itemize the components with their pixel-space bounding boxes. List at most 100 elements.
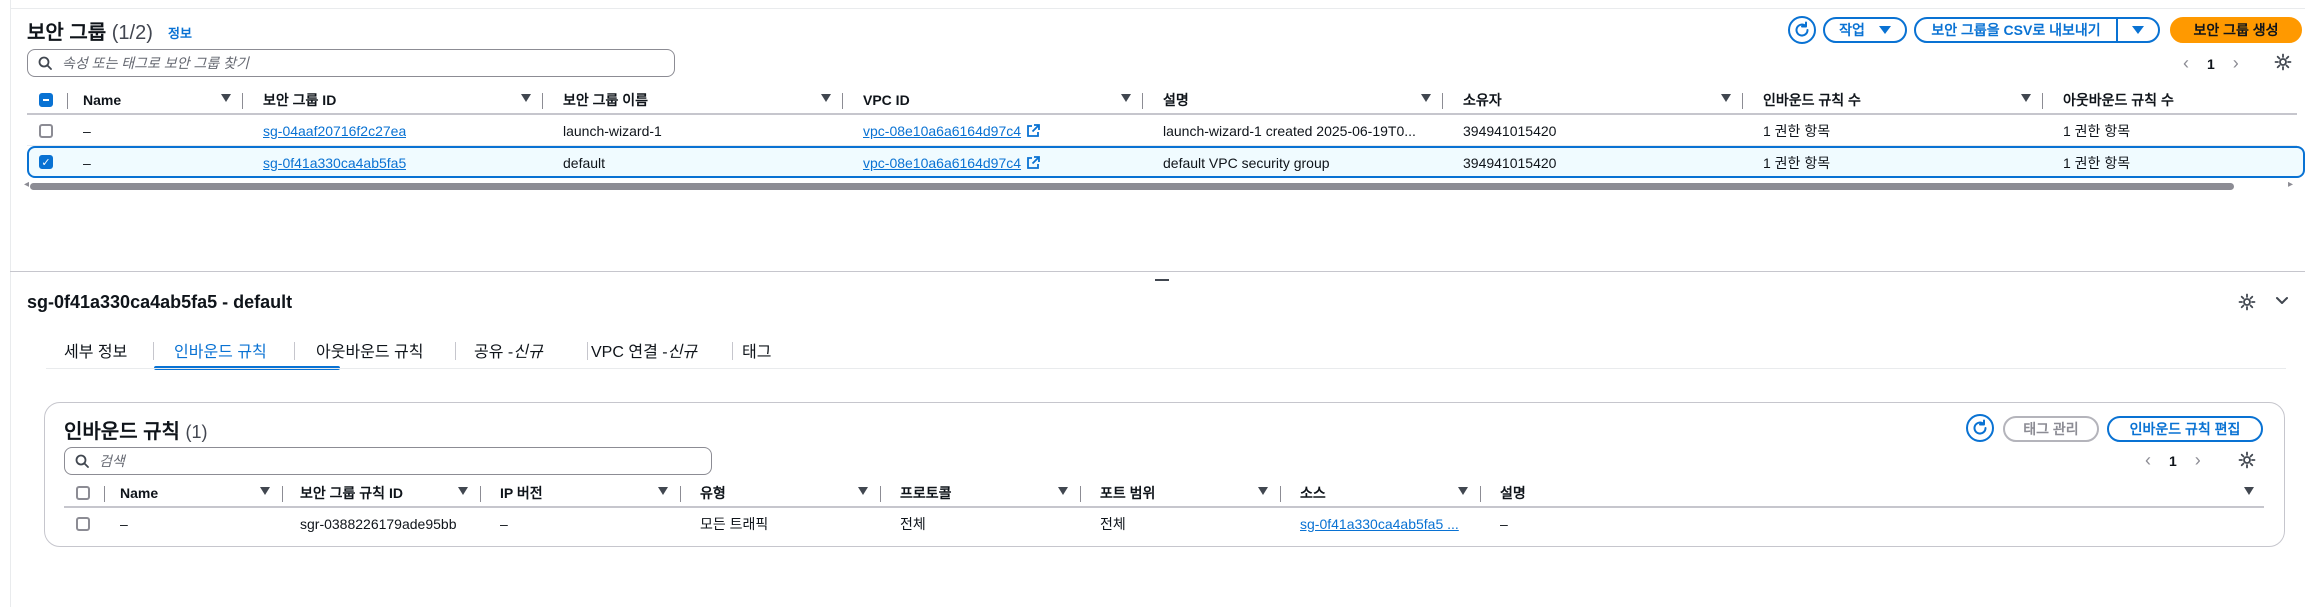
- horizontal-scrollbar[interactable]: [30, 183, 2234, 190]
- rule-cell-rule-id: sgr-0388226179ade95bb: [300, 516, 457, 532]
- tab-tags[interactable]: 태그: [742, 332, 771, 368]
- resize-handle-icon[interactable]: [1155, 279, 1169, 281]
- sort-icon[interactable]: [458, 487, 468, 495]
- col-header-outbound-count[interactable]: 아웃바운드 규칙 수: [2063, 85, 2174, 115]
- sort-icon[interactable]: [1721, 94, 1731, 102]
- rule-cell-port-range: 전체: [1100, 516, 1126, 532]
- tab-vpc-associations[interactable]: VPC 연결 - 신규: [591, 332, 697, 368]
- search-icon: [75, 454, 89, 468]
- column-separator: [2042, 93, 2043, 109]
- sort-icon[interactable]: [1421, 94, 1431, 102]
- refresh-rules-button[interactable]: [1966, 414, 1994, 442]
- export-csv-button[interactable]: 보안 그룹을 CSV로 내보내기: [1914, 17, 2118, 43]
- rules-table-settings-button[interactable]: [2238, 451, 2256, 472]
- col-header-description[interactable]: 설명: [1163, 85, 1189, 115]
- col-header-name[interactable]: Name: [83, 85, 121, 115]
- inbound-rules-table-header: Name 보안 그룹 규칙 ID IP 버전 유형 프로토콜 포트 범위 소스 …: [64, 478, 2264, 508]
- sort-icon[interactable]: [2021, 94, 2031, 102]
- table-row[interactable]: – sg-04aaf20716f2c27ea launch-wizard-1 v…: [27, 116, 2297, 146]
- column-separator: [1280, 486, 1281, 502]
- col-header-description[interactable]: 설명: [1500, 478, 1526, 508]
- selection-count: (1/2): [111, 22, 153, 44]
- col-header-rule-id[interactable]: 보안 그룹 규칙 ID: [300, 478, 403, 508]
- create-security-group-label: 보안 그룹 생성: [2193, 22, 2279, 38]
- detail-settings-button[interactable]: [2238, 293, 2256, 314]
- tab-details[interactable]: 세부 정보: [64, 332, 127, 368]
- refresh-button[interactable]: [1788, 16, 1816, 44]
- tab-outbound-rules[interactable]: 아웃바운드 규칙: [316, 332, 424, 368]
- actions-dropdown[interactable]: 작업: [1823, 17, 1907, 43]
- sort-icon[interactable]: [1458, 487, 1468, 495]
- info-link[interactable]: 정보: [168, 23, 192, 42]
- search-placeholder: 검색: [99, 453, 125, 469]
- create-security-group-button[interactable]: 보안 그룹 생성: [2170, 17, 2302, 43]
- col-header-port-range[interactable]: 포트 범위: [1100, 478, 1155, 508]
- cell-sg-name: launch-wizard-1: [563, 123, 662, 139]
- cell-description: launch-wizard-1 created 2025-06-19T0...: [1163, 123, 1416, 139]
- col-header-name[interactable]: Name: [120, 478, 158, 508]
- column-separator: [680, 486, 681, 502]
- select-all-checkbox[interactable]: [39, 93, 53, 107]
- sort-icon[interactable]: [521, 94, 531, 102]
- col-header-owner[interactable]: 소유자: [1463, 85, 1502, 115]
- tab-sharing[interactable]: 공유 - 신규: [474, 332, 543, 368]
- column-separator: [880, 486, 881, 502]
- inbound-rules-count: (1): [185, 422, 208, 442]
- scroll-left-icon[interactable]: ◂: [24, 179, 29, 190]
- page-number[interactable]: 1: [2207, 56, 2215, 72]
- sort-icon[interactable]: [1121, 94, 1131, 102]
- cell-sg-id-link[interactable]: sg-04aaf20716f2c27ea: [263, 116, 406, 146]
- edit-inbound-rules-button[interactable]: 인바운드 규칙 편집: [2107, 416, 2263, 442]
- next-page-icon[interactable]: ›: [2195, 450, 2201, 471]
- select-all-rules-checkbox[interactable]: [76, 486, 90, 500]
- rules-page-number[interactable]: 1: [2169, 453, 2177, 469]
- tab-inbound-rules[interactable]: 인바운드 규칙: [174, 332, 267, 368]
- sort-icon[interactable]: [2244, 487, 2254, 495]
- scroll-right-icon[interactable]: ▸: [2288, 179, 2293, 190]
- export-options-button[interactable]: [2116, 17, 2160, 43]
- col-header-inbound-count[interactable]: 인바운드 규칙 수: [1763, 85, 1861, 115]
- col-header-ip-version[interactable]: IP 버전: [500, 478, 543, 508]
- col-header-sg-name[interactable]: 보안 그룹 이름: [563, 85, 648, 115]
- cell-sg-id-link[interactable]: sg-0f41a330ca4ab5fa5: [263, 148, 406, 178]
- security-group-search[interactable]: 속성 또는 태그로 보안 그룹 찾기: [27, 49, 675, 77]
- rule-cell-protocol: 전체: [900, 516, 926, 532]
- export-csv-label: 보안 그룹을 CSV로 내보내기: [1931, 22, 2101, 38]
- table-settings-button[interactable]: [2274, 53, 2292, 74]
- prev-page-icon[interactable]: ‹: [2145, 450, 2151, 471]
- collapse-panel-button[interactable]: [2274, 292, 2290, 313]
- sort-icon[interactable]: [821, 94, 831, 102]
- sort-icon[interactable]: [260, 487, 270, 495]
- cell-vpc-id-link[interactable]: vpc-08e10a6a6164d97c4: [863, 116, 1040, 146]
- inbound-rules-search[interactable]: 검색: [64, 447, 712, 475]
- col-header-source[interactable]: 소스: [1300, 478, 1326, 508]
- col-header-protocol[interactable]: 프로토콜: [900, 478, 952, 508]
- col-header-sg-id[interactable]: 보안 그룹 ID: [263, 85, 336, 115]
- col-header-vpc-id[interactable]: VPC ID: [863, 85, 910, 115]
- tab-vpc-associations-label: VPC 연결 -: [591, 344, 668, 361]
- table-row-selected[interactable]: ✓ – sg-0f41a330ca4ab5fa5 default vpc-08e…: [27, 146, 2305, 178]
- row-checkbox[interactable]: [39, 124, 53, 138]
- page-title-text: 보안 그룹: [27, 22, 107, 44]
- rule-cell-source-link[interactable]: sg-0f41a330ca4ab5fa5 ...: [1300, 509, 1470, 539]
- col-header-type[interactable]: 유형: [700, 478, 726, 508]
- tab-separator: [587, 342, 588, 360]
- sort-icon[interactable]: [1058, 487, 1068, 495]
- column-separator: [480, 486, 481, 502]
- sort-icon[interactable]: [858, 487, 868, 495]
- rule-row[interactable]: – sgr-0388226179ade95bb – 모든 트래픽 전체 전체 s…: [64, 509, 2264, 539]
- chevron-down-icon: [2132, 26, 2144, 34]
- cell-sg-name: default: [563, 155, 606, 171]
- prev-page-icon[interactable]: ‹: [2183, 53, 2189, 74]
- refresh-icon: [1795, 21, 1809, 37]
- sort-icon[interactable]: [1258, 487, 1268, 495]
- sort-icon[interactable]: [658, 487, 668, 495]
- cell-owner: 394941015420: [1463, 123, 1557, 139]
- rule-cell-description: –: [1500, 516, 1508, 532]
- manage-tags-button[interactable]: 태그 관리: [2003, 416, 2099, 442]
- rule-row-checkbox[interactable]: [76, 517, 90, 531]
- row-checkbox-checked[interactable]: ✓: [39, 155, 53, 169]
- cell-vpc-id-link[interactable]: vpc-08e10a6a6164d97c4: [863, 148, 1040, 178]
- next-page-icon[interactable]: ›: [2233, 53, 2239, 74]
- sort-icon[interactable]: [221, 94, 231, 102]
